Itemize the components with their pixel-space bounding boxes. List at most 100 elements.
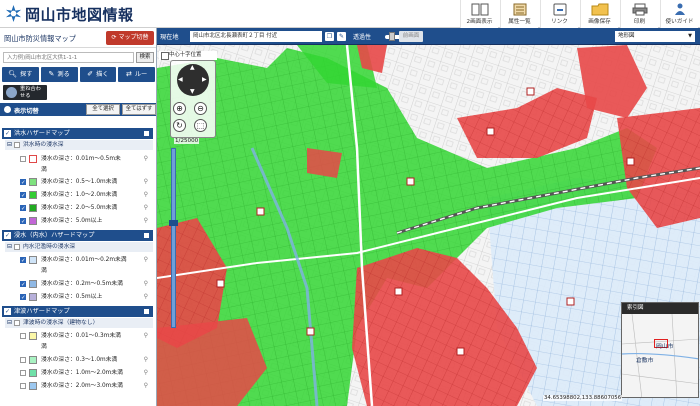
legend-label: 満 [41,344,47,350]
current-address: 岡山市北区北長瀬表町２丁目 付近 [190,31,322,42]
search-button[interactable]: 検索 [136,52,154,63]
section-flood-collapse[interactable] [144,131,149,136]
legend-swatch [29,204,37,212]
legend-item[interactable]: 浸水の深さ：2.0m～3.0m未満 ⚲ [20,380,154,392]
zoom-out-icon[interactable]: ⊖ [194,102,207,115]
zoom-glass-icon[interactable]: ⚲ [144,354,148,366]
legend-checkbox[interactable] [20,156,26,162]
split-view-button[interactable]: 2画面表示 [460,0,498,28]
zoom-glass-icon[interactable]: ⚲ [144,215,148,227]
section-flood[interactable]: 洪水ハザードマップ [2,128,153,139]
legend-item[interactable]: 浸水の深さ：0.5m以上 ⚲ [20,291,154,304]
legend-checkbox[interactable] [20,190,26,202]
subsection-tsunami[interactable]: ⊟ 津波時の浸水深（建物なし） [5,318,153,328]
legend-checkbox[interactable] [20,383,26,389]
map-canvas[interactable] [157,28,700,406]
transparency-slider-handle[interactable] [389,32,395,41]
select-all-button[interactable]: 全て選択 [86,104,120,115]
legend-label: 満 [41,268,47,274]
legend-item-continued: 満 [20,265,154,277]
draw-label: 描く [96,71,109,78]
address-search-input[interactable] [3,52,134,63]
legend-label: 浸水の深さ：0.3～1.0m未満 [41,357,118,363]
legend-checkbox[interactable] [20,292,26,304]
pan-control[interactable]: ▲ ▼ ◀ ▶ [177,64,209,96]
section-tsunami-collapse[interactable] [144,309,149,314]
zoom-slider-handle[interactable] [169,220,178,226]
header: 岡山市地図情報 2画面表示 属性一覧 リンク 画像保存 印刷 使いガイド [0,0,700,28]
section-inland-collapse[interactable] [144,233,149,238]
zoom-glass-icon[interactable]: ⚲ [144,291,148,303]
subsection-inland-checkbox[interactable] [14,244,20,250]
edit-icon[interactable]: ✎ [337,32,346,41]
legend-item[interactable]: 浸水の深さ：0.3～1.0m未満 ⚲ [20,354,154,366]
pan-up-icon[interactable]: ▲ [190,64,195,71]
collapse-minus-icon: ⊟ [7,319,13,326]
zoom-box-icon[interactable]: ⬚ [194,119,207,132]
legend-checkbox[interactable] [20,279,26,291]
map-switch-button[interactable]: ⟳ マップ切替 [106,31,154,45]
section-tsunami-checkbox[interactable] [4,306,11,317]
link-icon [553,3,566,16]
zoom-slider-track[interactable] [171,148,176,328]
basemap-select[interactable]: 地形図 [615,31,695,42]
route-button[interactable]: ⇄ ルー [118,67,155,82]
legend-item[interactable]: 浸水の深さ：0.5～1.0m未満 ⚲ [20,176,154,189]
subsection-tsunami-checkbox[interactable] [14,320,20,326]
index-map-place-kurashiki: 倉敷市 [636,358,654,364]
overlay-button[interactable]: 重ね合わせる [3,85,47,100]
center-crosshair-toggle[interactable]: 中心十字位置 [159,51,217,60]
legend-label: 満 [41,167,47,173]
pan-left-icon[interactable]: ◀ [178,76,183,83]
zoom-glass-icon[interactable]: ⚲ [144,202,148,214]
legend-checkbox[interactable] [20,216,26,228]
section-inland-flood[interactable]: 浸水（内水）ハザードマップ [2,230,153,241]
section-flood-checkbox[interactable] [4,128,11,139]
copy-icon[interactable]: ❐ [325,32,334,41]
rotate-icon[interactable]: ↻ [173,119,186,132]
subsection-flood-checkbox[interactable] [14,142,20,148]
zoom-glass-icon[interactable]: ⚲ [144,380,148,392]
legend-label: 浸水の深さ：1.0m～2.0m未満 [41,370,123,376]
index-map-place: 岡山市 [656,344,674,350]
user-guide-button[interactable]: 使いガイド [660,0,698,28]
find-button[interactable]: 🔍︎ 探す [2,67,39,82]
legend-item[interactable]: 浸水の深さ：1.0～2.0m未満 ⚲ [20,189,154,202]
legend-checkbox[interactable] [20,370,26,376]
legend-checkbox[interactable] [20,255,26,267]
legend-checkbox[interactable] [20,333,26,339]
legend-item[interactable]: 浸水の深さ：2.0～5.0m未満 ⚲ [20,202,154,215]
zoom-glass-icon[interactable]: ⚲ [144,278,148,290]
measure-button[interactable]: ✎ 測る [40,67,78,82]
pan-down-icon[interactable]: ▼ [190,88,195,95]
collapse-minus-icon: ⊟ [7,243,13,250]
subsection-inland[interactable]: ⊟ 内水氾濫時の浸水深 [5,242,153,252]
legend-item[interactable]: 浸水の深さ：1.0m～2.0m未満 ⚲ [20,367,154,379]
legend-checkbox[interactable] [20,203,26,215]
index-map[interactable]: 索引図 岡山市 倉敷市 [621,302,699,398]
section-tsunami[interactable]: 津波ハザードマップ [2,306,153,317]
pan-right-icon[interactable]: ▶ [202,76,207,83]
attribute-list-button[interactable]: 属性一覧 [500,0,538,28]
legend-checkbox[interactable] [20,177,26,189]
legend-item[interactable]: 浸水の深さ：5.0m以上 ⚲ [20,215,154,228]
zoom-glass-icon[interactable]: ⚲ [144,189,148,201]
legend-item[interactable]: 浸水の深さ：0.2m～0.5m未満 ⚲ [20,278,154,291]
print-button[interactable]: 印刷 [620,0,658,28]
section-inland-checkbox[interactable] [4,230,11,241]
legend-swatch [29,356,37,364]
deselect-all-button[interactable]: 全てはずす [122,104,156,115]
zoom-in-icon[interactable]: ⊕ [173,102,186,115]
display-title: 表示切替 [14,108,39,115]
draw-button[interactable]: ✐ 描く [79,67,117,82]
print-label: 印刷 [633,19,646,25]
layers-icon [6,87,17,98]
previous-screen-button[interactable]: 前画面 [399,31,423,42]
save-image-button[interactable]: 画像保存 [580,0,618,28]
subsection-flood[interactable]: ⊟ 洪水時の浸水深 [5,140,153,150]
zoom-glass-icon[interactable]: ⚲ [144,176,148,188]
link-button[interactable]: リンク [540,0,578,28]
ruler-icon: ✎ [48,70,55,78]
legend-checkbox[interactable] [20,357,26,363]
zoom-glass-icon[interactable]: ⚲ [144,367,148,379]
